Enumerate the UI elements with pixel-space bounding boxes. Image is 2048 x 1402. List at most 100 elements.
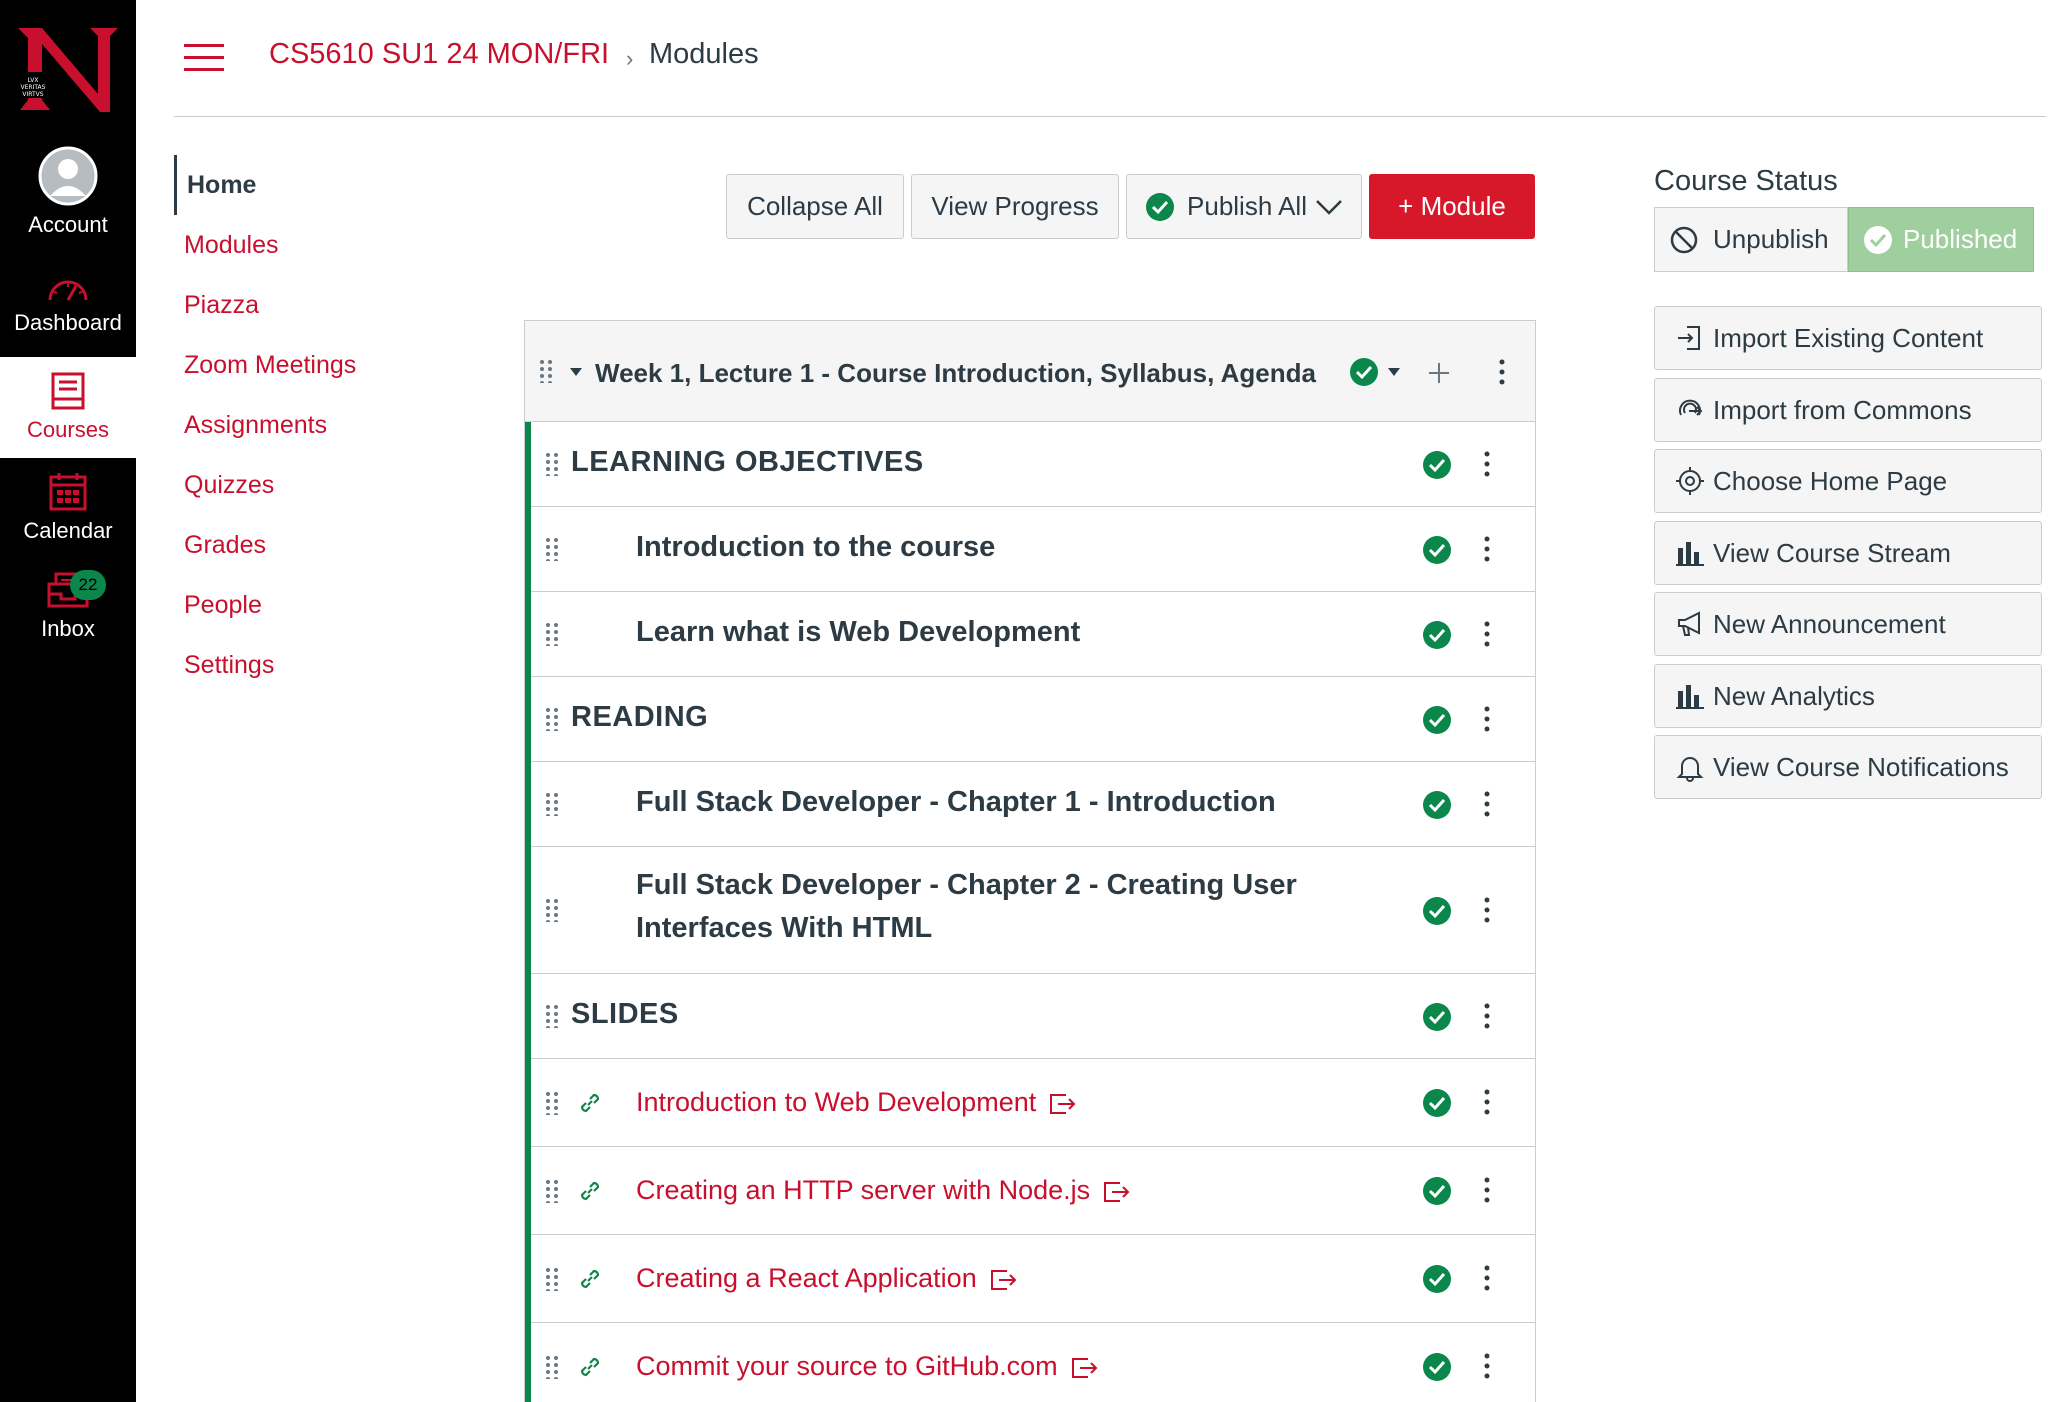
course-nav-modules[interactable]: Modules: [174, 215, 474, 275]
view-progress-button[interactable]: View Progress: [911, 174, 1119, 239]
drag-handle-icon[interactable]: [545, 898, 559, 922]
item-options-icon[interactable]: [1483, 536, 1491, 562]
link-icon: [580, 1357, 600, 1377]
view-progress-label: View Progress: [931, 191, 1099, 221]
item-options-icon[interactable]: [1483, 1353, 1491, 1379]
module-options-icon[interactable]: [1498, 359, 1506, 385]
module-header[interactable]: Week 1, Lecture 1 - Course Introduction,…: [525, 321, 1535, 422]
published-check-icon[interactable]: [1422, 790, 1452, 820]
drag-handle-icon[interactable]: [545, 792, 559, 816]
item-options-icon[interactable]: [1483, 1089, 1491, 1115]
university-logo[interactable]: LVX VERITAS VIRTVS: [14, 22, 122, 114]
nav-dashboard[interactable]: Dashboard: [0, 270, 136, 336]
item-title: Full Stack Developer - Chapter 1 - Intro…: [636, 786, 1276, 818]
item-link-title[interactable]: Commit your source to GitHub.com: [636, 1351, 1098, 1382]
item-options-icon[interactable]: [1483, 897, 1491, 923]
collapse-all-button[interactable]: Collapse All: [726, 174, 904, 239]
item-options-icon[interactable]: [1483, 1003, 1491, 1029]
nav-calendar-label: Calendar: [23, 518, 113, 543]
course-nav-people[interactable]: People: [174, 575, 474, 635]
nav-inbox[interactable]: 22 Inbox: [0, 570, 136, 642]
drag-handle-icon[interactable]: [545, 707, 559, 731]
svg-text:LVX: LVX: [28, 77, 39, 84]
new-analytics-button[interactable]: New Analytics: [1654, 664, 2042, 728]
publish-caret-icon[interactable]: [1387, 367, 1401, 377]
choose-home-page-button[interactable]: Choose Home Page: [1654, 449, 2042, 513]
item-options-icon[interactable]: [1483, 1177, 1491, 1203]
published-check-icon[interactable]: [1422, 450, 1452, 480]
published-check-icon[interactable]: [1422, 1264, 1452, 1294]
course-nav-zoom-meetings[interactable]: Zoom Meetings: [174, 335, 474, 395]
drag-handle-icon[interactable]: [545, 1004, 559, 1028]
module-item[interactable]: Full Stack Developer - Chapter 2 - Creat…: [531, 847, 1535, 974]
item-link-title[interactable]: Creating a React Application: [636, 1263, 1017, 1294]
module-item-header[interactable]: SLIDES: [531, 974, 1535, 1059]
published-check-icon[interactable]: [1422, 1088, 1452, 1118]
drag-handle-icon[interactable]: [545, 537, 559, 561]
breadcrumb-course-link[interactable]: CS5610 SU1 24 MON/FRI: [269, 38, 609, 71]
item-options-icon[interactable]: [1483, 791, 1491, 817]
item-options-icon[interactable]: [1483, 451, 1491, 477]
import-from-commons-button[interactable]: Import from Commons: [1654, 378, 2042, 442]
view-course-notifications-button[interactable]: View Course Notifications: [1654, 735, 2042, 799]
new-analytics-label: New Analytics: [1713, 680, 1875, 711]
new-announcement-label: New Announcement: [1713, 608, 1946, 639]
course-nav-grades[interactable]: Grades: [174, 515, 474, 575]
hamburger-menu-button[interactable]: [184, 44, 224, 72]
item-options-icon[interactable]: [1483, 621, 1491, 647]
module-item-header[interactable]: LEARNING OBJECTIVES: [531, 422, 1535, 507]
nav-account[interactable]: Account: [0, 146, 136, 238]
new-announcement-button[interactable]: New Announcement: [1654, 592, 2042, 656]
nav-calendar[interactable]: Calendar: [0, 472, 136, 544]
view-course-stream-label: View Course Stream: [1713, 537, 1951, 568]
megaphone-icon: [1678, 611, 1700, 636]
drag-handle-icon[interactable]: [545, 452, 559, 476]
nav-account-label: Account: [28, 212, 108, 237]
nav-courses[interactable]: Courses: [0, 357, 136, 458]
publish-all-button[interactable]: Publish All: [1126, 174, 1362, 239]
course-nav-home[interactable]: Home: [174, 155, 474, 215]
item-link-title[interactable]: Creating an HTTP server with Node.js: [636, 1175, 1130, 1206]
published-check-icon[interactable]: [1422, 1002, 1452, 1032]
module-item[interactable]: Full Stack Developer - Chapter 1 - Intro…: [531, 762, 1535, 847]
course-nav-piazza[interactable]: Piazza: [174, 275, 474, 335]
module-item-header[interactable]: READING: [531, 677, 1535, 762]
published-check-icon[interactable]: [1422, 896, 1452, 926]
module-item-link[interactable]: Creating an HTTP server with Node.js: [531, 1147, 1535, 1235]
add-item-icon[interactable]: [1427, 361, 1451, 385]
module-item[interactable]: Learn what is Web Development: [531, 592, 1535, 677]
module-item[interactable]: Introduction to the course: [531, 507, 1535, 592]
collapse-caret-icon[interactable]: [569, 367, 583, 377]
drag-handle-icon[interactable]: [545, 1091, 559, 1115]
add-module-button[interactable]: + Module: [1369, 174, 1535, 239]
import-existing-content-button[interactable]: Import Existing Content: [1654, 306, 2042, 370]
module-published-icon[interactable]: [1349, 357, 1379, 387]
view-course-stream-button[interactable]: View Course Stream: [1654, 521, 2042, 585]
module-item-link[interactable]: Introduction to Web Development: [531, 1059, 1535, 1147]
drag-handle-icon[interactable]: [539, 359, 553, 383]
drag-handle-icon[interactable]: [545, 1267, 559, 1291]
drag-handle-icon[interactable]: [545, 1179, 559, 1203]
published-check-icon[interactable]: [1422, 620, 1452, 650]
check-circle-icon: [1864, 225, 1892, 254]
published-check-icon[interactable]: [1422, 1352, 1452, 1382]
unpublish-button[interactable]: Unpublish: [1654, 207, 1848, 272]
breadcrumb-separator: ›: [626, 46, 634, 71]
drag-handle-icon[interactable]: [545, 622, 559, 646]
module-item-link[interactable]: Commit your source to GitHub.com: [531, 1323, 1535, 1402]
published-check-icon[interactable]: [1422, 535, 1452, 565]
course-nav-quizzes[interactable]: Quizzes: [174, 455, 474, 515]
target-icon: [1676, 467, 1704, 495]
nav-courses-label: Courses: [27, 417, 109, 442]
published-button[interactable]: Published: [1848, 207, 2034, 272]
item-link-title[interactable]: Introduction to Web Development: [636, 1087, 1076, 1118]
published-check-icon[interactable]: [1422, 705, 1452, 735]
module-item-link[interactable]: Creating a React Application: [531, 1235, 1535, 1323]
course-nav-settings[interactable]: Settings: [174, 635, 474, 695]
avatar: [38, 146, 98, 206]
course-nav-assignments[interactable]: Assignments: [174, 395, 474, 455]
drag-handle-icon[interactable]: [545, 1355, 559, 1379]
item-options-icon[interactable]: [1483, 706, 1491, 732]
item-options-icon[interactable]: [1483, 1265, 1491, 1291]
published-check-icon[interactable]: [1422, 1176, 1452, 1206]
